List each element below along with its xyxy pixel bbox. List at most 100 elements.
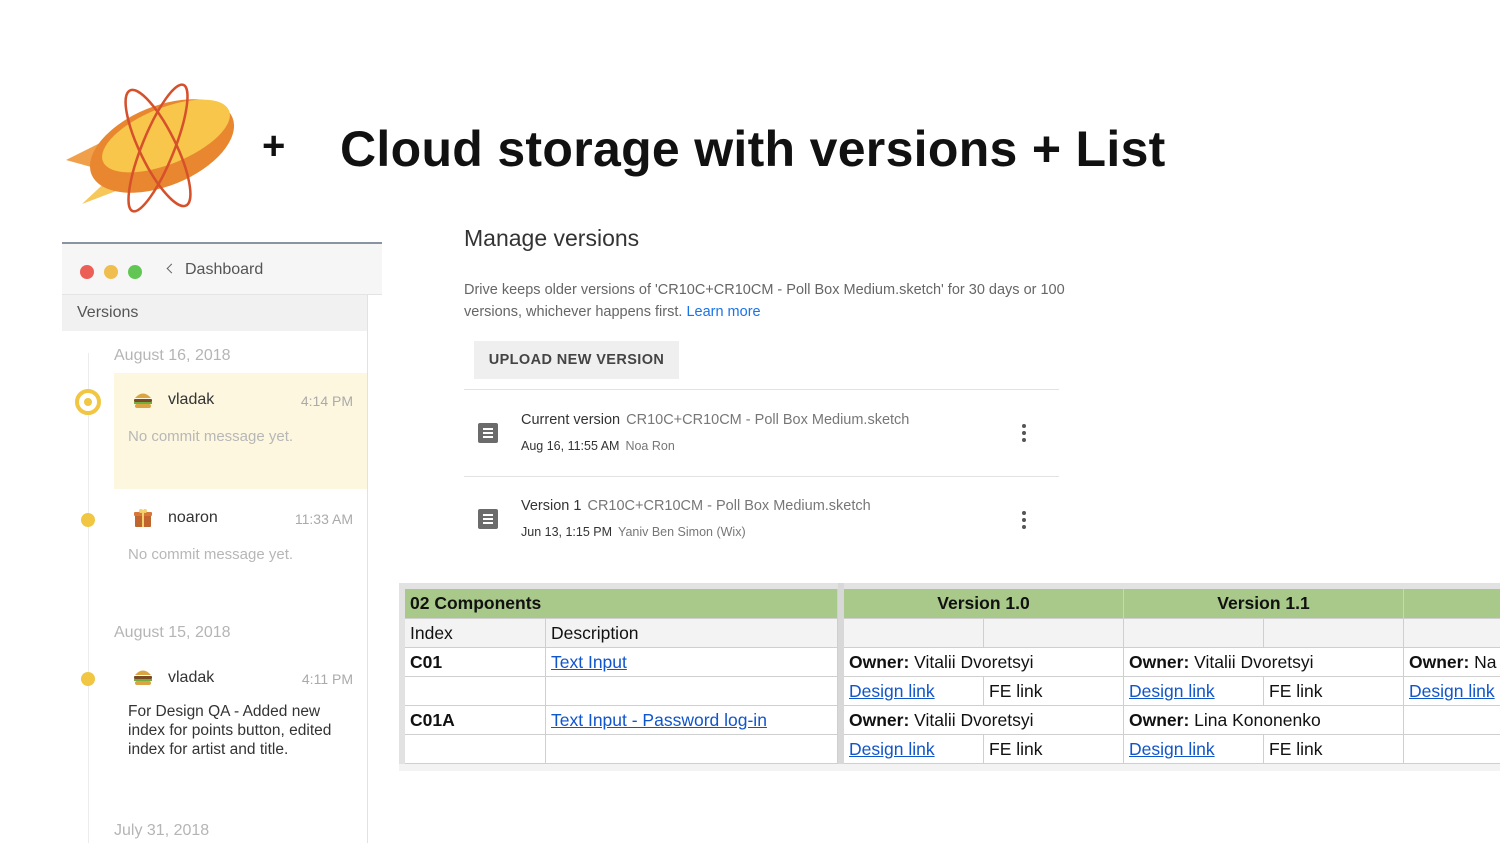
- burger-avatar-icon: [134, 670, 152, 685]
- commit-author: vladak: [168, 391, 215, 408]
- owner-name: Lina Kononenko: [1194, 710, 1321, 730]
- file-icon: [478, 423, 498, 443]
- empty-cell[interactable]: [1124, 619, 1264, 648]
- sheet-section-header[interactable]: 02 Components: [405, 589, 838, 619]
- version-meta: Jun 13, 1:15 PM Yaniv Ben Simon (Wix): [521, 525, 746, 539]
- maximize-window-button[interactable]: [128, 265, 142, 279]
- empty-cell[interactable]: [1404, 619, 1500, 648]
- owner-name: Na: [1474, 652, 1497, 672]
- close-window-button[interactable]: [80, 265, 94, 279]
- more-vert-icon[interactable]: [1022, 511, 1026, 515]
- version-name: Version 1: [521, 498, 582, 514]
- file-icon: [478, 509, 498, 529]
- manage-versions-title: Manage versions: [464, 225, 640, 251]
- date-heading: August 16, 2018: [114, 347, 231, 364]
- chevron-left-icon: [166, 263, 177, 274]
- description-text: Drive keeps older versions of 'CR10C+CR1…: [464, 282, 1065, 320]
- design-link[interactable]: Design link: [849, 739, 935, 759]
- empty-cell[interactable]: [1404, 735, 1500, 764]
- owner-cell[interactable]: Owner: Lina Kononenko: [1124, 706, 1404, 735]
- upload-new-version-button[interactable]: UPLOAD NEW VERSION: [474, 341, 679, 379]
- fe-link-cell[interactable]: FE link: [1264, 677, 1404, 706]
- learn-more-link[interactable]: Learn more: [686, 304, 760, 320]
- timeline-dot: [81, 672, 95, 686]
- version-header[interactable]: Version 1.0: [844, 589, 1124, 619]
- owner-label: Owner:: [849, 710, 910, 730]
- empty-cell[interactable]: [405, 677, 546, 706]
- burger-avatar-icon: [134, 393, 152, 408]
- commit-author: noaron: [168, 509, 218, 526]
- design-link[interactable]: Design link: [849, 681, 935, 701]
- fe-link-cell[interactable]: FE link: [1264, 735, 1404, 764]
- version-file-name: CR10C+CR10CM - Poll Box Medium.sketch: [626, 412, 910, 428]
- version-name: Current version: [521, 412, 621, 428]
- commit-item[interactable]: vladak 4:14 PM No commit message yet.: [114, 373, 367, 489]
- commit-author: vladak: [168, 669, 215, 686]
- row-index-cell[interactable]: C01A: [405, 706, 546, 735]
- owner-label: Owner:: [1129, 652, 1190, 672]
- owner-label: Owner:: [1409, 652, 1470, 672]
- zeplin-logo: [66, 83, 235, 213]
- design-link[interactable]: Design link: [1129, 739, 1215, 759]
- version-date: Jun 13, 1:15 PM: [521, 525, 613, 539]
- empty-cell[interactable]: [1404, 706, 1500, 735]
- empty-cell[interactable]: [984, 619, 1124, 648]
- version-header[interactable]: V: [1404, 589, 1500, 619]
- column-header-description[interactable]: Description: [546, 619, 838, 648]
- version-row[interactable]: Version 1 CR10C+CR10CM - Poll Box Medium.…: [464, 477, 1059, 563]
- fe-link-cell[interactable]: FE link: [984, 677, 1124, 706]
- minimize-window-button[interactable]: [104, 265, 118, 279]
- gift-avatar-icon: [134, 509, 152, 527]
- design-link-cell[interactable]: Design link: [844, 677, 984, 706]
- slide-title: Cloud storage with versions + List: [340, 121, 1166, 177]
- commit-item[interactable]: vladak 4:11 PM For Design QA - Added new…: [114, 651, 367, 781]
- row-index-cell[interactable]: C01: [405, 648, 546, 677]
- commit-item[interactable]: noaron 11:33 AM No commit message yet.: [114, 491, 367, 591]
- version-author: Noa Ron: [625, 439, 675, 453]
- design-link-cell[interactable]: Design link: [1404, 677, 1500, 706]
- version-file-name: CR10C+CR10CM - Poll Box Medium.sketch: [587, 498, 871, 514]
- version-meta: Aug 16, 11:55 AM Noa Ron: [521, 439, 675, 453]
- empty-cell[interactable]: [546, 677, 838, 706]
- empty-cell[interactable]: [546, 735, 838, 764]
- row-description-cell[interactable]: Text Input: [546, 648, 838, 677]
- components-spreadsheet: 02 Components Version 1.0 Version 1.1 V …: [399, 583, 1500, 771]
- fe-link-cell[interactable]: FE link: [984, 735, 1124, 764]
- version-row[interactable]: Current version CR10C+CR10CM - Poll Box M…: [464, 390, 1059, 476]
- owner-cell[interactable]: Owner: Na: [1404, 648, 1500, 677]
- section-title: Versions: [77, 304, 139, 321]
- design-link-cell[interactable]: Design link: [1124, 677, 1264, 706]
- commit-time: 11:33 AM: [294, 511, 353, 527]
- versions-sidebar: Dashboard Versions August 16, 2018 vlada…: [62, 242, 382, 843]
- back-to-dashboard-link[interactable]: Dashboard: [166, 261, 264, 279]
- row-description-cell[interactable]: Text Input - Password log-in: [546, 706, 838, 735]
- manage-versions-description: Drive keeps older versions of 'CR10C+CR1…: [464, 279, 1084, 323]
- owner-cell[interactable]: Owner: Vitalii Dvoretsyi: [1124, 648, 1404, 677]
- version-label: Current version CR10C+CR10CM - Poll Box M…: [521, 412, 909, 428]
- frozen-column-divider[interactable]: [838, 583, 844, 771]
- commit-time: 4:11 PM: [301, 671, 353, 687]
- design-link-cell[interactable]: Design link: [1124, 735, 1264, 764]
- component-link[interactable]: Text Input: [551, 652, 627, 672]
- design-link-cell[interactable]: Design link: [844, 735, 984, 764]
- commit-time: 4:14 PM: [300, 393, 353, 409]
- timeline-line: [88, 353, 89, 843]
- version-date: Aug 16, 11:55 AM: [521, 439, 620, 453]
- version-label: Version 1 CR10C+CR10CM - Poll Box Medium.…: [521, 498, 871, 514]
- version-header[interactable]: Version 1.1: [1124, 589, 1404, 619]
- commit-message: No commit message yet.: [128, 428, 294, 445]
- component-link[interactable]: Text Input - Password log-in: [551, 710, 767, 730]
- design-link[interactable]: Design link: [1409, 681, 1495, 701]
- empty-cell[interactable]: [1264, 619, 1404, 648]
- owner-label: Owner:: [1129, 710, 1190, 730]
- column-header-index[interactable]: Index: [405, 619, 546, 648]
- window-titlebar: Dashboard: [62, 244, 382, 295]
- owner-cell[interactable]: Owner: Vitalii Dvoretsyi: [844, 648, 1124, 677]
- design-link[interactable]: Design link: [1129, 681, 1215, 701]
- empty-cell[interactable]: [844, 619, 984, 648]
- commit-message: No commit message yet.: [128, 546, 294, 563]
- owner-cell[interactable]: Owner: Vitalii Dvoretsyi: [844, 706, 1124, 735]
- more-vert-icon[interactable]: [1022, 424, 1026, 428]
- back-label: Dashboard: [185, 261, 264, 278]
- empty-cell[interactable]: [405, 735, 546, 764]
